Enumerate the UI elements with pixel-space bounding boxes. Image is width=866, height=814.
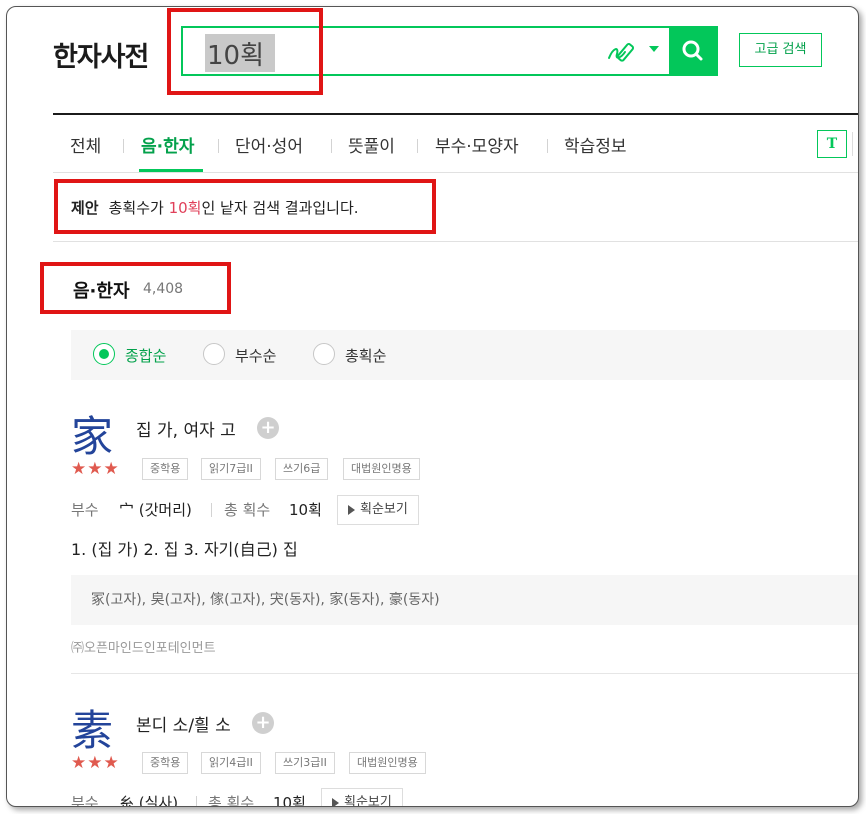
radical-label: 부수 — [71, 794, 99, 807]
sort-radio-strokes[interactable] — [313, 343, 335, 365]
badge-reading: 읽기4급II — [201, 752, 261, 774]
tab-radical-shape[interactable]: 부수·모양자 — [435, 132, 519, 157]
stroke-order-button[interactable]: 획순보기 — [337, 495, 419, 525]
entry-hanja[interactable]: 素 — [71, 697, 113, 758]
plus-icon[interactable]: + — [257, 417, 279, 439]
tab-eum-hanja[interactable]: 음·한자 — [141, 132, 194, 157]
entry-hanja[interactable]: 家 — [71, 403, 113, 464]
radical-value[interactable]: 糸 (실사) — [119, 792, 178, 806]
info-separator — [211, 503, 212, 517]
badge-level: 중학용 — [142, 752, 189, 774]
radical-value[interactable]: 宀 (갓머리) — [119, 499, 192, 520]
badge-reading: 읽기7급II — [201, 458, 261, 480]
tab-all[interactable]: 전체 — [70, 132, 101, 157]
entry-definitions: 1. (집 가) 2. 집 3. 자기(自己) 집 — [71, 540, 298, 559]
tab-separator — [331, 139, 332, 153]
suggestion-divider — [53, 241, 858, 242]
annotation-box-section — [40, 262, 231, 314]
sort-radio-overall[interactable] — [93, 343, 115, 365]
radical-label: 부수 — [71, 501, 99, 519]
window-frame: 한자사전 고급 검색 전체 음·한자 단어·성어 뜻풀이 부수·모양자 학습정보… — [6, 6, 859, 807]
handwriting-pen-icon[interactable] — [605, 40, 637, 64]
tab-meaning[interactable]: 뜻풀이 — [348, 132, 395, 157]
badge-name-use: 대법원인명용 — [349, 752, 426, 774]
font-toggle-button[interactable]: T — [817, 130, 847, 158]
header-divider — [53, 113, 858, 115]
tab-words-idioms[interactable]: 단어·성어 — [235, 132, 303, 157]
search-button[interactable] — [669, 26, 718, 76]
toolbar-edge — [852, 132, 858, 156]
stroke-order-button[interactable]: 획순보기 — [321, 788, 403, 806]
advanced-search-button[interactable]: 고급 검색 — [739, 33, 822, 67]
tab-separator — [417, 139, 418, 153]
tabs-divider — [53, 172, 858, 173]
chevron-down-icon[interactable] — [649, 46, 659, 52]
tab-separator — [218, 139, 219, 153]
sort-label-radical[interactable]: 부수순 — [235, 345, 276, 366]
strokes-value: 10획 — [289, 501, 322, 519]
annotation-box-suggestion — [54, 179, 436, 234]
entry-divider — [71, 673, 858, 674]
tab-separator — [547, 139, 548, 153]
search-icon — [682, 40, 703, 61]
entry-meaning[interactable]: 본디 소/흴 소 — [136, 711, 231, 736]
sort-radio-radical[interactable] — [203, 343, 225, 365]
site-logo[interactable]: 한자사전 — [53, 35, 149, 74]
sort-label-overall[interactable]: 종합순 — [125, 345, 166, 366]
badge-writing: 쓰기3급II — [275, 752, 335, 774]
tab-separator — [123, 139, 124, 153]
strokes-label: 총 획수 — [208, 794, 255, 807]
importance-stars: ★★★ — [71, 753, 120, 773]
tab-bar: 전체 음·한자 단어·성어 뜻풀이 부수·모양자 학습정보 — [53, 117, 858, 173]
importance-stars: ★★★ — [71, 459, 120, 479]
sort-options-bar: 종합순 부수순 총획순 — [71, 330, 858, 380]
strokes-value: 10획 — [273, 794, 306, 807]
info-separator — [196, 796, 197, 806]
badge-name-use: 대법원인명용 — [343, 458, 420, 480]
entry-meaning[interactable]: 집 가, 여자 고 — [136, 416, 236, 441]
badge-writing: 쓰기6급 — [275, 458, 329, 480]
annotation-box-search — [167, 8, 323, 95]
plus-icon[interactable]: + — [252, 712, 274, 734]
tab-study-info[interactable]: 학습정보 — [564, 132, 627, 157]
badge-level: 중학용 — [142, 458, 189, 480]
sort-label-strokes[interactable]: 총획순 — [345, 345, 386, 366]
entry-source: ㈜오픈마인드인포테인먼트 — [71, 641, 216, 656]
strokes-label: 총 획수 — [224, 501, 271, 519]
related-characters[interactable]: 冢(고자), 㚖(고자), 傢(고자), 宊(동자), 家(동자), 豪(동자) — [71, 575, 858, 625]
